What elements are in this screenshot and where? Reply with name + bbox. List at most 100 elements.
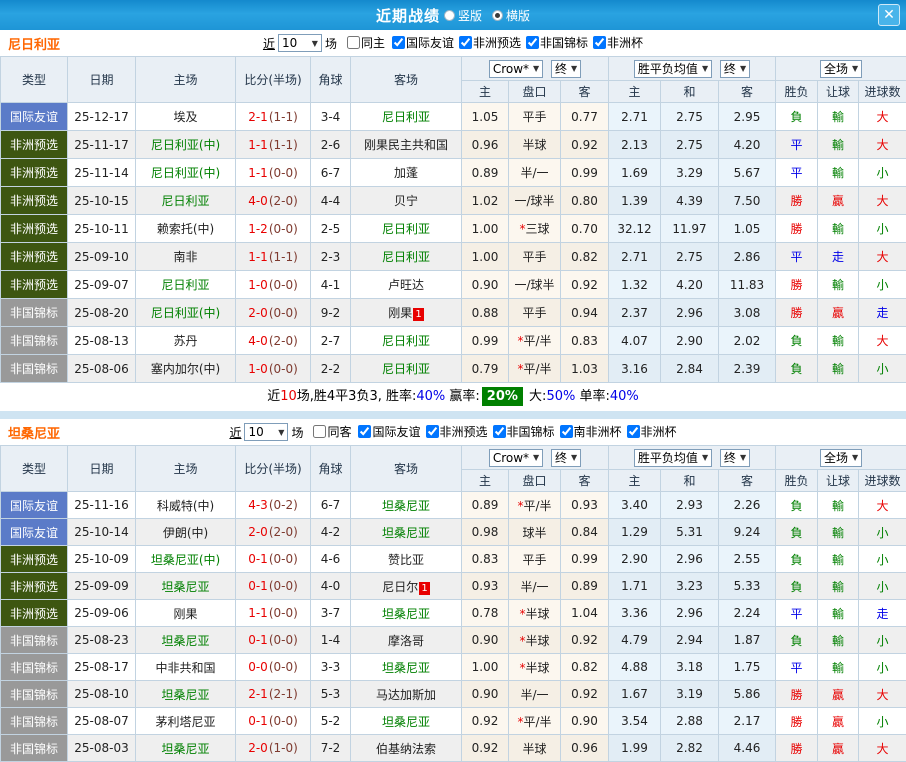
checkbox-input[interactable] [459, 36, 472, 49]
away-team-name[interactable]: 尼日利亚 [382, 362, 430, 376]
league-checkbox[interactable]: 非国锦标 [526, 34, 588, 51]
home-team-name[interactable]: 尼日利亚 [161, 278, 209, 292]
away-team-name[interactable]: 坦桑尼亚 [382, 607, 430, 621]
home-team-name[interactable]: 坦桑尼亚 [161, 688, 209, 702]
result-value: 負 [791, 110, 803, 124]
league-checkbox[interactable]: 南非洲杯 [560, 423, 622, 440]
team-name[interactable]: 尼日利亚 [8, 34, 60, 53]
team-name[interactable]: 坦桑尼亚 [8, 423, 60, 442]
handicap-value: 平/半 [523, 499, 551, 513]
odds-home-cell: 1.00 [462, 215, 509, 243]
avg-home-cell: 1.71 [609, 573, 661, 600]
league-checkbox[interactable]: 非国锦标 [493, 423, 555, 440]
home-team-name[interactable]: 坦桑尼亚(中) [151, 553, 220, 567]
avg-away-cell: 5.67 [719, 159, 776, 187]
date-cell: 25-09-07 [68, 271, 136, 299]
checkbox-input[interactable] [426, 425, 439, 438]
league-checkbox[interactable]: 国际友谊 [358, 423, 420, 440]
bookmaker-select[interactable]: Crow* ▼ [489, 449, 543, 467]
home-team-name[interactable]: 尼日利亚(中) [151, 306, 220, 320]
away-team-cell: 尼日利亚 [351, 215, 462, 243]
table-body: 国际友谊 25-11-16 科威特(中) 4-3(0-2) 6-7 坦桑尼亚 0… [1, 492, 906, 762]
away-team-name[interactable]: 坦桑尼亚 [382, 715, 430, 729]
table-row: 非国锦标 25-08-13 苏丹 4-0(2-0) 2-7 尼日利亚 0.99 … [1, 327, 906, 355]
match-type-label: 非国锦标 [10, 715, 58, 729]
match-type-cell: 非国锦标 [1, 654, 68, 681]
checkbox-input[interactable] [593, 36, 606, 49]
away-team-name[interactable]: 尼日利亚 [382, 334, 430, 348]
same-venue-checkbox[interactable]: 同客 [313, 423, 351, 440]
match-count-select[interactable]: 10 ▼ [244, 423, 288, 441]
checkbox-input[interactable] [493, 425, 506, 438]
avg-type-select[interactable]: 胜平负均值 ▼ [634, 60, 712, 78]
league-checkbox[interactable]: 国际友谊 [392, 34, 454, 51]
layout-radio-horizontal[interactable]: 横版 [492, 7, 530, 24]
avg-home-cell: 4.79 [609, 627, 661, 654]
league-checkbox[interactable]: 非洲预选 [459, 34, 521, 51]
checkbox-input[interactable] [347, 36, 360, 49]
chevron-down-icon: ▼ [533, 453, 539, 462]
avg-draw-cell: 2.94 [661, 627, 719, 654]
odds-final-select[interactable]: 终 ▼ [551, 449, 581, 467]
home-team-name[interactable]: 尼日利亚(中) [151, 166, 220, 180]
away-team-name[interactable]: 尼日利亚 [382, 250, 430, 264]
away-team-name: 摩洛哥 [388, 634, 424, 648]
avg-final-select[interactable]: 终 ▼ [720, 60, 750, 78]
goals-result-value: 走 [877, 306, 889, 320]
away-team-name[interactable]: 尼日利亚 [382, 222, 430, 236]
league-checkbox[interactable]: 非洲预选 [426, 423, 488, 440]
close-button[interactable]: ✕ [878, 4, 900, 26]
handicap-result-value: 贏 [832, 742, 844, 756]
home-team-cell: 埃及 [136, 103, 236, 131]
checkbox-input[interactable] [313, 425, 326, 438]
checkbox-label: 国际友谊 [372, 423, 420, 440]
goals-result-cell: 小 [859, 573, 906, 600]
home-team-name[interactable]: 尼日利亚(中) [151, 138, 220, 152]
match-type-label: 非洲预选 [10, 138, 58, 152]
bookmaker-select[interactable]: Crow* ▼ [489, 60, 543, 78]
corner-cell: 2-2 [311, 355, 351, 383]
avg-final-select[interactable]: 终 ▼ [720, 449, 750, 467]
league-checkbox[interactable]: 非洲杯 [593, 34, 643, 51]
checkbox-input[interactable] [526, 36, 539, 49]
away-team-name[interactable]: 坦桑尼亚 [382, 499, 430, 513]
section-header: 坦桑尼亚 近 10 ▼ 场 同客国际友谊非洲预选非国锦标南非洲杯非洲杯 [0, 419, 906, 445]
date-cell: 25-11-14 [68, 159, 136, 187]
date-cell: 25-12-17 [68, 103, 136, 131]
goals-result-cell: 小 [859, 708, 906, 735]
table-header: 类型 日期 主场 比分(半场) 角球 客场 Crow* ▼ 终 ▼ [1, 57, 906, 103]
score-cell: 2-0(0-0) [236, 299, 311, 327]
handicap-result-value: 輸 [832, 607, 844, 621]
scope-select[interactable]: 全场 ▼ [820, 60, 862, 78]
home-team-cell: 刚果 [136, 600, 236, 627]
avg-away-cell: 1.87 [719, 627, 776, 654]
home-team-name[interactable]: 坦桑尼亚 [161, 580, 209, 594]
home-team-name[interactable]: 尼日利亚 [161, 194, 209, 208]
result-value: 平 [791, 250, 803, 264]
odds-home-cell: 0.98 [462, 519, 509, 546]
result-value: 勝 [791, 688, 803, 702]
checkbox-input[interactable] [560, 425, 573, 438]
checkbox-input[interactable] [358, 425, 371, 438]
home-team-name[interactable]: 坦桑尼亚 [161, 634, 209, 648]
avg-home-cell: 2.90 [609, 546, 661, 573]
avg-type-select[interactable]: 胜平负均值 ▼ [634, 449, 712, 467]
checkbox-input[interactable] [392, 36, 405, 49]
layout-radio-vertical[interactable]: 竖版 [444, 7, 482, 24]
match-count-select[interactable]: 10 ▼ [278, 34, 322, 52]
league-checkbox[interactable]: 非洲杯 [627, 423, 677, 440]
away-team-name[interactable]: 尼日利亚 [382, 110, 430, 124]
scope-select[interactable]: 全场 ▼ [820, 449, 862, 467]
corner-cell: 9-2 [311, 299, 351, 327]
away-team-name[interactable]: 坦桑尼亚 [382, 526, 430, 540]
halftime-score: (1-1) [269, 138, 298, 152]
odds-away-cell: 0.84 [561, 519, 609, 546]
away-team-name[interactable]: 坦桑尼亚 [382, 661, 430, 675]
odds-final-select[interactable]: 终 ▼ [551, 60, 581, 78]
same-venue-checkbox[interactable]: 同主 [347, 34, 385, 51]
result-value: 負 [791, 526, 803, 540]
home-team-name[interactable]: 坦桑尼亚 [161, 742, 209, 756]
goals-result-cell: 走 [859, 600, 906, 627]
fulltime-score: 2-0 [248, 525, 268, 539]
checkbox-input[interactable] [627, 425, 640, 438]
